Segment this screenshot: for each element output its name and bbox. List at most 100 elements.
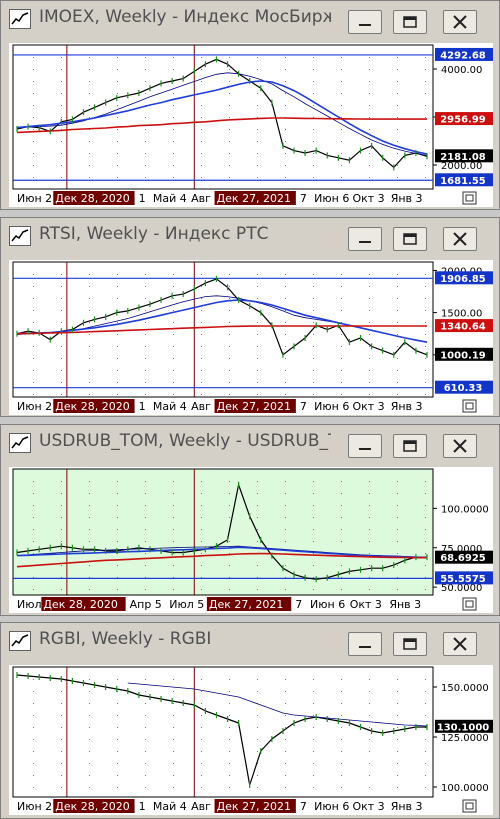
maximize-icon — [403, 16, 417, 28]
value-badge: 2181.08 — [435, 149, 493, 163]
maximize-button[interactable] — [393, 227, 427, 251]
svg-text:68.6925: 68.6925 — [440, 553, 486, 564]
chart-app-icon — [9, 631, 31, 651]
close-button[interactable] — [443, 632, 477, 656]
x-tick-label: Янв 3 — [391, 400, 423, 413]
chart-area[interactable]: 150.0000 125.0000 100.0000 130.1000 Июн 2 Дек… — [9, 665, 493, 815]
value-badge: 130.1000 — [435, 719, 493, 733]
x-tick-label: Май 4 — [153, 800, 187, 813]
close-icon — [453, 637, 467, 651]
x-tick-label: Дек 27, 2021 — [217, 800, 292, 813]
maximize-button[interactable] — [393, 434, 427, 458]
close-icon — [453, 15, 467, 29]
x-axis: Июн 2 Дек 28, 2020 1 Май 4 Авг Дек 27, 2021 7 И… — [13, 188, 433, 205]
title-bar[interactable]: RGBI, Weekly - RGBI — [1, 623, 499, 659]
value-badge: 610.33 — [435, 380, 493, 394]
minimize-button[interactable] — [348, 632, 382, 656]
title-bar[interactable]: IMOEX, Weekly - Индекс МосБиржи — [1, 1, 499, 37]
chart-app-icon — [9, 9, 31, 29]
close-button[interactable] — [443, 10, 477, 34]
svg-text:2956.99: 2956.99 — [440, 115, 486, 126]
value-badge: 1340.64 — [435, 319, 493, 333]
chart-window-imoex[interactable]: IMOEX, Weekly - Индекс МосБиржи 4000.003… — [0, 0, 500, 210]
x-tick-label: Дек 27, 2021 — [217, 400, 292, 413]
close-icon — [453, 439, 467, 453]
x-tick-label: Дек 28, 2020 — [55, 800, 130, 813]
chart-app-icon — [9, 433, 31, 453]
y-tick-label: 4000.00 — [441, 65, 482, 76]
axis-settings-icon[interactable] — [462, 191, 477, 205]
title-bar[interactable]: USDRUB_TOM, Weekly - USDRUB_T... — [1, 425, 499, 461]
svg-text:55.5575: 55.5575 — [440, 574, 486, 585]
x-tick-label: Июн 2 — [17, 400, 52, 413]
chart-app-icon — [9, 226, 31, 246]
svg-text:4292.68: 4292.68 — [440, 50, 486, 61]
minimize-button[interactable] — [348, 434, 382, 458]
svg-text:1681.55: 1681.55 — [440, 176, 486, 187]
window-title: IMOEX, Weekly - Индекс МосБиржи — [39, 7, 331, 27]
chart-canvas[interactable]: 4000.003000.002000.004292.682956.992181.… — [9, 43, 493, 207]
x-tick-label: Май 4 — [153, 192, 187, 205]
x-tick-label: 7 — [295, 598, 302, 611]
minimize-icon — [359, 24, 371, 26]
y-tick-label: 100.0000 — [441, 783, 489, 794]
svg-text:1340.64: 1340.64 — [440, 322, 486, 333]
axis-settings-icon[interactable] — [462, 799, 477, 813]
window-title: USDRUB_TOM, Weekly - USDRUB_T... — [39, 431, 331, 451]
value-badge: 55.5575 — [435, 571, 493, 585]
x-tick-label: Апр 5 — [130, 598, 162, 611]
x-axis: Июл Дек 28, 2020 Апр 5 Июл 5 Дек 27, 2021 7 Ию… — [13, 594, 433, 611]
x-tick-label: Май 4 — [153, 400, 187, 413]
value-badge: 2956.99 — [435, 112, 493, 126]
x-tick-label: 7 — [300, 192, 307, 205]
x-tick-label: Июл 5 — [169, 598, 204, 611]
x-tick-label: Июл — [17, 598, 42, 611]
x-tick-label: Дек 28, 2020 — [55, 192, 130, 205]
chart-window-usdrub[interactable]: USDRUB_TOM, Weekly - USDRUB_T... 100.000… — [0, 424, 500, 616]
x-tick-label: Янв 3 — [391, 800, 423, 813]
chart-canvas[interactable]: 100.000075.000050.000068.692555.5575Июл Д… — [9, 467, 493, 613]
axis-settings-icon[interactable] — [462, 399, 477, 413]
maximize-button[interactable] — [393, 632, 427, 656]
close-button[interactable] — [443, 227, 477, 251]
x-tick-label: 7 — [300, 800, 307, 813]
x-tick-label: Июн 6 — [314, 192, 349, 205]
value-badge: 4292.68 — [435, 47, 493, 61]
chart-area[interactable]: 100.0000 75.0000 50.0000 68.6925 55.5575 Июл Д… — [9, 467, 493, 613]
minimize-icon — [359, 646, 371, 648]
x-tick-label: 1 — [139, 192, 146, 205]
x-tick-label: Окт 3 — [352, 400, 384, 413]
y-tick-label: 100.0000 — [441, 504, 489, 515]
maximize-icon — [403, 440, 417, 452]
maximize-button[interactable] — [393, 10, 427, 34]
svg-text:1000.19: 1000.19 — [440, 350, 486, 361]
minimize-button[interactable] — [348, 10, 382, 34]
x-tick-label: Июн 6 — [314, 400, 349, 413]
chart-area[interactable]: 2000.001500.001000.001906.851340.641000.… — [9, 260, 493, 415]
minimize-icon — [359, 241, 371, 243]
close-button[interactable] — [443, 434, 477, 458]
x-tick-label: Дек 27, 2021 — [209, 598, 283, 611]
chart-window-rtsi[interactable]: RTSI, Weekly - Индекс РТС 2000.001500.00… — [0, 217, 500, 417]
chart-window-rgbi[interactable]: RGBI, Weekly - RGBI 150.0000 125.0000 100.… — [0, 622, 500, 819]
x-tick-label: Июн 2 — [17, 192, 52, 205]
minimize-button[interactable] — [348, 227, 382, 251]
title-bar[interactable]: RTSI, Weekly - Индекс РТС — [1, 218, 499, 254]
x-tick-label: Дек 28, 2020 — [55, 400, 130, 413]
x-tick-label: Дек 27, 2021 — [217, 192, 292, 205]
x-tick-label: Авг — [191, 800, 211, 813]
x-tick-label: Авг — [191, 192, 211, 205]
x-tick-label: Июн 6 — [314, 800, 349, 813]
y-tick-label: 150.0000 — [441, 683, 489, 694]
svg-text:2181.08: 2181.08 — [440, 152, 486, 163]
axis-settings-icon[interactable] — [462, 597, 477, 611]
x-tick-label: Янв 3 — [389, 598, 421, 611]
chart-canvas[interactable]: 150.0000125.0000100.0000130.1000Июн 2 Дек… — [9, 665, 493, 815]
y-tick-label: 125.0000 — [441, 733, 489, 744]
x-tick-label: Окт 3 — [352, 192, 384, 205]
chart-canvas[interactable]: 2000.001500.001000.001906.851340.641000.… — [9, 260, 493, 415]
x-tick-label: Июн 2 — [17, 800, 52, 813]
maximize-icon — [403, 233, 417, 245]
close-icon — [453, 232, 467, 246]
chart-area[interactable]: 4000.003000.002000.004292.682956.992181.… — [9, 43, 493, 207]
